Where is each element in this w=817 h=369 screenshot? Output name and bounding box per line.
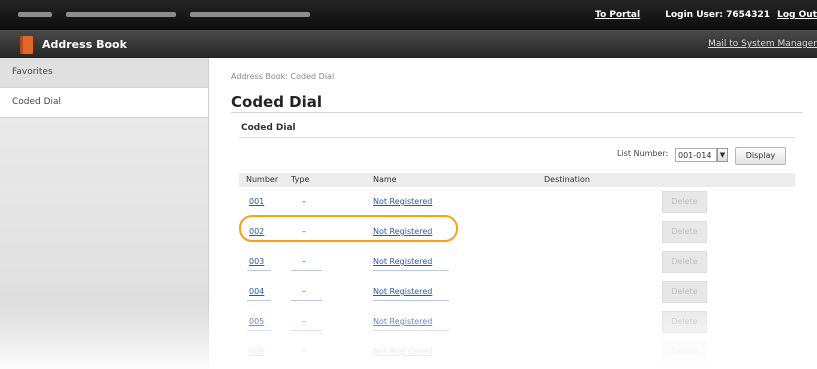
entry-number-link[interactable]: 004 (249, 287, 264, 296)
link-underline (291, 270, 322, 271)
sidebar-item-coded-dial[interactable]: Coded Dial (0, 88, 208, 118)
table-header: Number Type Name Destination (239, 173, 795, 187)
breadcrumb: Address Book: Coded Dial (231, 72, 335, 81)
delete-button[interactable]: Delete (662, 341, 707, 363)
delete-button[interactable]: Delete (662, 281, 707, 303)
table-row: 004 – Not Registered Delete (239, 277, 795, 307)
column-header-number: Number (246, 175, 279, 184)
entry-name-link[interactable]: Not Registered (373, 197, 432, 206)
column-header-type: Type (291, 175, 310, 184)
logout-link[interactable]: Log Out (777, 10, 817, 20)
title-bar: Address Book Mail to System Manager (0, 30, 817, 58)
sidebar: Favorites Coded Dial (0, 58, 209, 369)
section-title: Coded Dial (241, 123, 296, 133)
link-underline (247, 270, 271, 271)
chevron-down-icon[interactable]: ▼ (717, 148, 728, 162)
main-content: Address Book: Coded Dial Coded Dial Code… (209, 58, 817, 369)
sidebar-item-label: Favorites (12, 67, 53, 77)
table-row: 001 – Not Registered Delete (239, 187, 795, 217)
entry-name-link[interactable]: Not Registered (373, 257, 432, 266)
link-underline (373, 330, 449, 331)
link-underline (373, 270, 449, 271)
link-underline (247, 300, 271, 301)
entry-number-link[interactable]: 001 (249, 197, 264, 206)
table-row: 003 – Not Registered Delete (239, 247, 795, 277)
entry-type[interactable]: – (302, 317, 306, 326)
list-number-label: List Number: (617, 149, 669, 158)
mail-system-manager-link[interactable]: Mail to System Manager (708, 39, 817, 49)
sidebar-item-label: Coded Dial (12, 97, 62, 107)
delete-button[interactable]: Delete (662, 311, 707, 333)
path-breadcrumb (18, 12, 338, 18)
link-underline (373, 300, 449, 301)
top-bar: To Portal Login User: 7654321 Log Out (0, 0, 817, 30)
divider (239, 137, 795, 138)
address-book-icon (20, 36, 33, 54)
to-portal-link[interactable]: To Portal (595, 10, 640, 20)
link-underline (247, 330, 271, 331)
delete-button[interactable]: Delete (662, 221, 707, 243)
display-button[interactable]: Display (735, 147, 786, 165)
entry-number-link[interactable]: 003 (249, 257, 264, 266)
table-row: 005 – Not Registered Delete (239, 307, 795, 337)
entry-type[interactable]: – (302, 347, 306, 356)
list-number-select[interactable]: 001-014 (675, 148, 717, 162)
entry-name-link[interactable]: Not Registered (373, 347, 432, 356)
delete-button[interactable]: Delete (662, 251, 707, 273)
entry-type[interactable]: – (302, 287, 306, 296)
entry-number-link[interactable]: 005 (249, 317, 264, 326)
page-title: Coded Dial (231, 93, 323, 111)
sidebar-item-favorites[interactable]: Favorites (0, 58, 208, 88)
entry-name-link[interactable]: Not Registered (373, 317, 432, 326)
entry-type[interactable]: – (302, 197, 306, 206)
app-title: Address Book (42, 38, 127, 51)
link-underline (291, 330, 322, 331)
entry-number-link[interactable]: 006 (249, 347, 264, 356)
table-row: 006 – Not Registered Delete (239, 337, 795, 367)
highlight-callout (239, 215, 458, 242)
login-user: Login User: 7654321 (665, 10, 770, 20)
column-header-destination: Destination (544, 175, 590, 184)
link-underline (291, 300, 322, 301)
entry-type[interactable]: – (302, 257, 306, 266)
divider (231, 112, 803, 113)
column-header-name: Name (373, 175, 397, 184)
entry-name-link[interactable]: Not Registered (373, 287, 432, 296)
delete-button[interactable]: Delete (662, 191, 707, 213)
